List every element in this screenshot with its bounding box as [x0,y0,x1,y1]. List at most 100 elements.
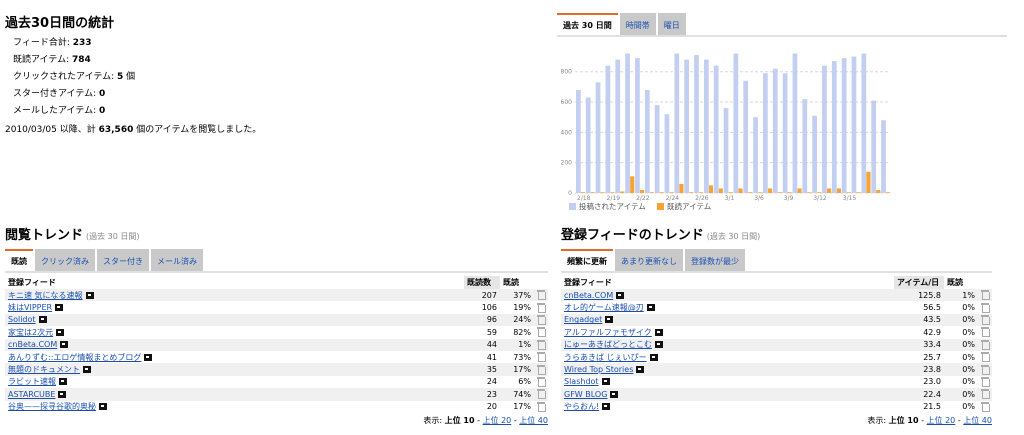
trash-icon[interactable] [537,401,546,412]
feed-cell: 谷奥——探寻谷歌的奥秘 [5,401,464,413]
tab-infrequent[interactable]: あまり更新なし [615,249,683,271]
trash-icon[interactable] [981,290,990,301]
action-cell [534,351,548,363]
feed-link[interactable]: オレ的ゲーム速報@刃 [564,303,644,312]
trash-icon[interactable] [537,389,546,400]
tab-starred[interactable]: スター付き [97,249,149,271]
feed-link[interactable]: キニ速 気になる速報 [8,291,83,300]
action-cell [978,313,992,327]
external-link-icon[interactable] [654,328,663,336]
tab-last-30-days[interactable]: 過去 30 日間 [557,13,618,35]
external-link-icon[interactable] [60,341,69,349]
external-link-icon[interactable] [610,390,619,398]
trash-icon[interactable] [981,376,990,387]
feed-link[interactable]: 谷奥——探寻谷歌的奥秘 [8,402,96,411]
feed-link[interactable]: Solidot [8,315,36,324]
external-link-icon[interactable] [602,403,611,411]
trash-icon[interactable] [981,352,990,363]
feed-link[interactable]: Wired Top Stories [564,365,633,374]
external-link-icon[interactable] [649,353,658,361]
trash-icon[interactable] [537,327,546,338]
table-row: 家宝は2次元 59 82% [5,326,548,338]
tab-time-of-day[interactable]: 時間帯 [619,13,656,35]
trash-icon[interactable] [537,302,546,313]
table-row: Slashdot 23.0 0% [561,376,992,388]
external-link-icon[interactable] [55,304,64,312]
trash-icon[interactable] [537,352,546,363]
feed-link[interactable]: アルファルファモザイク [564,328,652,337]
trash-icon[interactable] [537,339,546,350]
external-link-icon[interactable] [83,366,91,374]
bar-read [777,192,782,193]
pager-top20-link[interactable]: 上位 20 [927,416,956,425]
feed-link[interactable]: ASTARCUBE [8,390,55,399]
table-row: 妹はVIPPER 106 19% [5,301,548,313]
external-link-icon[interactable] [605,316,614,324]
feed-link[interactable]: あんりずむ::エロゲ情報まとめブログ [8,353,141,362]
table-row: GFW BLOG 22.4 0% [561,388,992,401]
feed-cell: 家宝は2次元 [5,326,464,338]
feed-link[interactable]: Engadget [564,315,602,324]
trash-icon[interactable] [981,364,990,375]
table-row: キニ速 気になる速報 207 37% [5,289,548,302]
tab-clicked[interactable]: クリック済み [35,249,95,271]
bar-posted [763,73,768,193]
tab-emailed[interactable]: メール済み [151,249,203,271]
external-link-icon[interactable] [144,353,153,361]
pager-top20-link[interactable]: 上位 20 [483,416,512,425]
bar-posted [694,55,699,193]
trash-icon[interactable] [537,364,546,375]
feed-link[interactable]: cnBeta.COM [8,340,57,349]
y-tick-label: 200 [561,160,573,167]
tab-read[interactable]: 既読 [5,249,33,271]
trash-icon[interactable] [537,290,546,301]
trash-icon[interactable] [981,314,990,325]
feed-link[interactable]: cnBeta.COM [564,291,613,300]
external-link-icon[interactable] [655,341,663,349]
bar-posted [664,114,670,193]
external-link-icon[interactable] [56,328,65,336]
x-tick-label: 2/18 [577,195,591,202]
external-link-icon[interactable] [616,291,625,299]
feed-link[interactable]: やらおん! [564,402,599,411]
feed-link[interactable]: うらあきば じぇいぴー [564,353,647,362]
external-link-icon[interactable] [99,403,107,411]
external-link-icon[interactable] [85,291,94,299]
trash-icon[interactable] [537,314,546,325]
bar-posted [674,53,680,194]
external-link-icon[interactable] [601,378,610,386]
bar-posted [782,73,788,193]
feed-link[interactable]: 家宝は2次元 [8,328,53,337]
tab-fewest-subscribers[interactable]: 登録数が最少 [685,249,745,271]
feed-cell: cnBeta.COM [5,338,464,351]
trash-icon[interactable] [537,376,546,387]
feed-link[interactable]: ラビット速報 [8,377,56,386]
tab-day-of-week[interactable]: 曜日 [657,13,686,35]
count-cell: 33.4 [894,338,944,351]
bar-read [807,192,812,193]
bar-read [817,192,822,193]
trash-icon[interactable] [981,339,990,350]
feed-link[interactable]: Slashdot [564,377,599,386]
feed-link[interactable]: にゅーあきばどっとこむ [564,340,652,349]
external-link-icon[interactable] [636,366,645,374]
external-link-icon[interactable] [38,316,47,324]
external-link-icon[interactable] [646,304,655,312]
trash-icon[interactable] [981,401,990,412]
tab-frequent[interactable]: 頻繁に更新 [561,249,613,271]
stats-list: フィード合計: 233 既読アイテム: 784 クリックされたアイテム: 5 個… [5,35,485,120]
pager-top40-link[interactable]: 上位 40 [519,416,548,425]
action-cell [978,351,992,363]
external-link-icon[interactable] [59,378,67,386]
trash-icon[interactable] [981,327,990,338]
trash-icon[interactable] [981,389,990,400]
pct-cell: 0% [962,377,975,387]
feed-link[interactable]: 妹はVIPPER [8,303,52,312]
external-link-icon[interactable] [58,390,67,398]
feed-link[interactable]: 無題のドキュメント [8,365,80,374]
feed-link[interactable]: GFW BLOG [564,390,607,399]
bar-read [630,176,635,193]
trash-icon[interactable] [981,302,990,313]
count-cell: 23.0 [923,377,941,387]
pager-top40-link[interactable]: 上位 40 [963,416,992,425]
